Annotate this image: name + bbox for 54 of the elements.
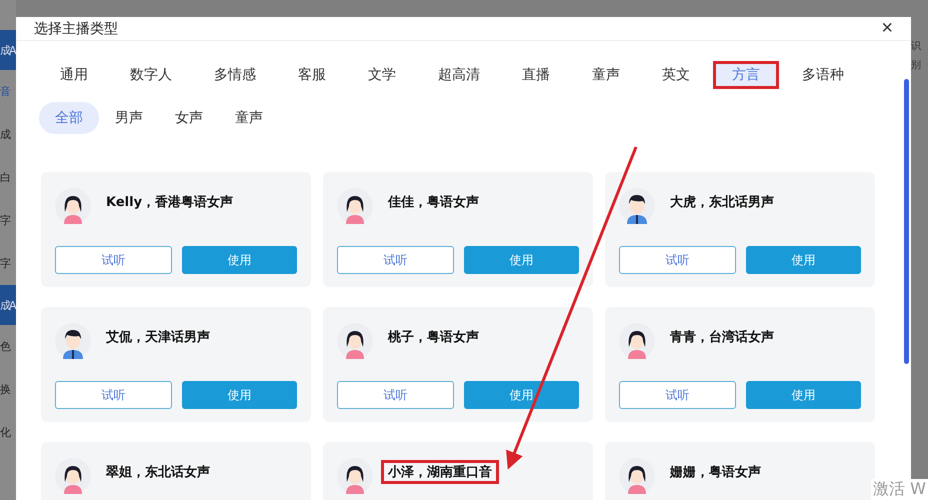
man-avatar-icon	[55, 323, 91, 359]
preview-button[interactable]: 试听	[55, 381, 172, 409]
category-tab[interactable]: 数字人	[111, 61, 191, 89]
background-menu-text: 色	[0, 339, 10, 355]
voice-name: 大虎，东北话男声	[669, 194, 775, 212]
preview-button[interactable]: 试听	[337, 381, 454, 409]
background-menu-text: 白	[0, 170, 10, 186]
background-menu-text: 音	[0, 84, 10, 100]
voice-name: 姗姗，粤语女声	[668, 464, 762, 482]
preview-button[interactable]: 试听	[619, 246, 736, 274]
category-tab[interactable]: 超高清	[419, 61, 499, 89]
woman-avatar-icon	[55, 458, 91, 494]
preview-button[interactable]: 试听	[337, 246, 454, 274]
category-tab[interactable]: 客服	[279, 61, 345, 89]
preview-button[interactable]: 试听	[55, 246, 172, 274]
woman-avatar-icon	[619, 323, 655, 359]
close-button[interactable]: ×	[881, 17, 893, 40]
background-menu-text: 字	[0, 213, 10, 229]
man-avatar-icon	[619, 188, 655, 224]
background-menu-text: 化	[0, 425, 10, 441]
background-menu-text: 成A	[0, 285, 16, 325]
category-tab[interactable]: 多语种	[783, 61, 863, 89]
woman-avatar-icon	[337, 458, 373, 494]
category-tab[interactable]: 多情感	[195, 61, 275, 89]
scrollbar[interactable]	[904, 79, 909, 364]
woman-avatar-icon	[55, 188, 91, 224]
voice-name: 桃子，粤语女声	[386, 329, 480, 347]
preview-button[interactable]: 试听	[619, 381, 736, 409]
voice-name: 佳佳，粤语女声	[386, 194, 480, 212]
woman-avatar-icon	[337, 323, 373, 359]
gender-filter[interactable]: 男声	[99, 102, 159, 134]
gender-filter[interactable]: 女声	[159, 102, 219, 134]
category-tab[interactable]: 直播	[503, 61, 569, 89]
dialog-title: 选择主播类型	[34, 20, 118, 38]
voice-name: Kelly，香港粤语女声	[105, 194, 234, 212]
voice-name: 翠姐，东北话女声	[105, 464, 211, 482]
background-menu-text: 成	[0, 127, 10, 143]
category-tab[interactable]: 文学	[349, 61, 415, 89]
category-tab[interactable]: 英文	[643, 61, 709, 89]
voice-name: 艾侃，天津话男声	[105, 329, 211, 347]
activation-notice: 激活 W	[871, 479, 928, 500]
voice-name: 小泽，湖南重口音	[381, 460, 499, 484]
voice-name: 青青，台湾话女声	[669, 328, 775, 347]
woman-avatar-icon	[619, 458, 655, 494]
woman-avatar-icon	[337, 188, 373, 224]
background-menu-text: 成A	[0, 30, 16, 70]
background-text: 识别	[911, 41, 921, 71]
background-menu-text: 换	[0, 382, 10, 398]
background-menu-text: 字	[0, 256, 10, 272]
gender-filter[interactable]: 全部	[39, 102, 99, 134]
category-tab[interactable]: 通用	[41, 61, 107, 89]
category-tab[interactable]: 童声	[573, 61, 639, 89]
category-tab[interactable]: 方言	[713, 61, 779, 89]
gender-filter[interactable]: 童声	[219, 102, 279, 134]
